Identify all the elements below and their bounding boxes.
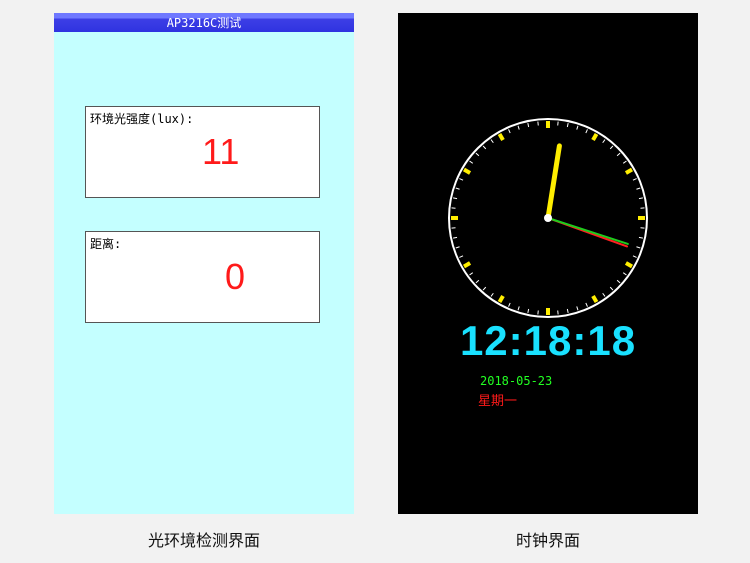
distance-panel: 距离: 0: [85, 231, 320, 323]
clock-minute-tick: [453, 236, 458, 239]
date-text: 2018-05-23: [480, 374, 553, 388]
clock-minute-tick: [455, 187, 460, 190]
clock-hour-mark: [591, 132, 599, 142]
clock-minute-tick: [490, 139, 494, 144]
screen-title-bar: AP3216C测试: [54, 13, 354, 32]
left-caption: 光环境检测界面: [147, 531, 260, 550]
clock-minute-tick: [517, 306, 520, 311]
clock-minute-tick: [508, 129, 511, 134]
clock-minute-tick: [475, 152, 480, 157]
clock-minute-tick: [482, 145, 487, 150]
clock-hour-mark: [497, 294, 505, 304]
distance-value: 0: [225, 256, 246, 297]
clock-minute-tick: [609, 286, 614, 291]
clock-minute-tick: [638, 236, 643, 239]
clock-minute-tick: [602, 292, 606, 297]
light-intensity-value: 11: [202, 131, 240, 172]
digital-time: 12:18:18: [459, 317, 637, 364]
clock-hour-mark: [591, 294, 599, 304]
clock-second-hand: [547, 217, 629, 245]
clock-minute-tick: [453, 197, 458, 200]
clock-minute-tick: [585, 302, 588, 307]
light-intensity-label: 环境光强度(lux):: [90, 112, 194, 126]
clock-minute-tick: [566, 308, 569, 313]
clock-minute-tick: [636, 246, 641, 249]
clock-minute-tick: [508, 302, 511, 307]
clock-minute-tick: [490, 292, 494, 297]
distance-label: 距离:: [90, 237, 122, 251]
clock-minute-tick: [602, 139, 606, 144]
clock-minute-tick: [632, 255, 637, 258]
weekday-text: 星期一: [478, 394, 518, 409]
clock-minute-tick: [527, 308, 530, 313]
clock-minute-tick: [469, 272, 474, 276]
clock-minute-tick: [527, 123, 530, 128]
clock-hour-mark: [497, 132, 505, 142]
clock-minute-tick: [459, 178, 464, 181]
clock-minute-tick: [517, 125, 520, 130]
clock-hour-mark: [624, 261, 634, 269]
clock-hour-mark: [624, 167, 634, 175]
clock-screen: 12:18:18 2018-05-23 星期一: [398, 13, 698, 514]
clock-minute-tick: [609, 145, 614, 150]
clock-minute-tick: [482, 286, 487, 291]
clock-center-pivot: [544, 214, 552, 222]
clock-minute-tick: [585, 129, 588, 134]
right-caption: 时钟界面: [515, 531, 580, 550]
clock-minute-tick: [455, 246, 460, 249]
clock-minute-tick: [469, 160, 474, 164]
clock-minute-tick: [459, 255, 464, 258]
clock-minute-tick: [632, 178, 637, 181]
clock-minute-tick: [616, 279, 621, 284]
clock-minute-tick: [576, 125, 579, 130]
analog-clock: [448, 118, 648, 318]
clock-minute-tick: [475, 279, 480, 284]
clock-minute-tick: [622, 272, 627, 276]
light-intensity-panel: 环境光强度(lux): 11: [85, 106, 320, 198]
clock-minute-tick: [616, 152, 621, 157]
clock-minute-tick: [566, 123, 569, 128]
clock-hour-mark: [462, 167, 472, 175]
clock-minute-tick: [636, 187, 641, 190]
clock-minute-tick: [638, 197, 643, 200]
ambient-light-screen: AP3216C测试 环境光强度(lux): 11 距离: 0: [54, 13, 354, 514]
clock-hour-hand: [545, 143, 562, 221]
clock-minute-tick: [576, 306, 579, 311]
clock-minute-tick: [622, 160, 627, 164]
clock-hour-mark: [462, 261, 472, 269]
